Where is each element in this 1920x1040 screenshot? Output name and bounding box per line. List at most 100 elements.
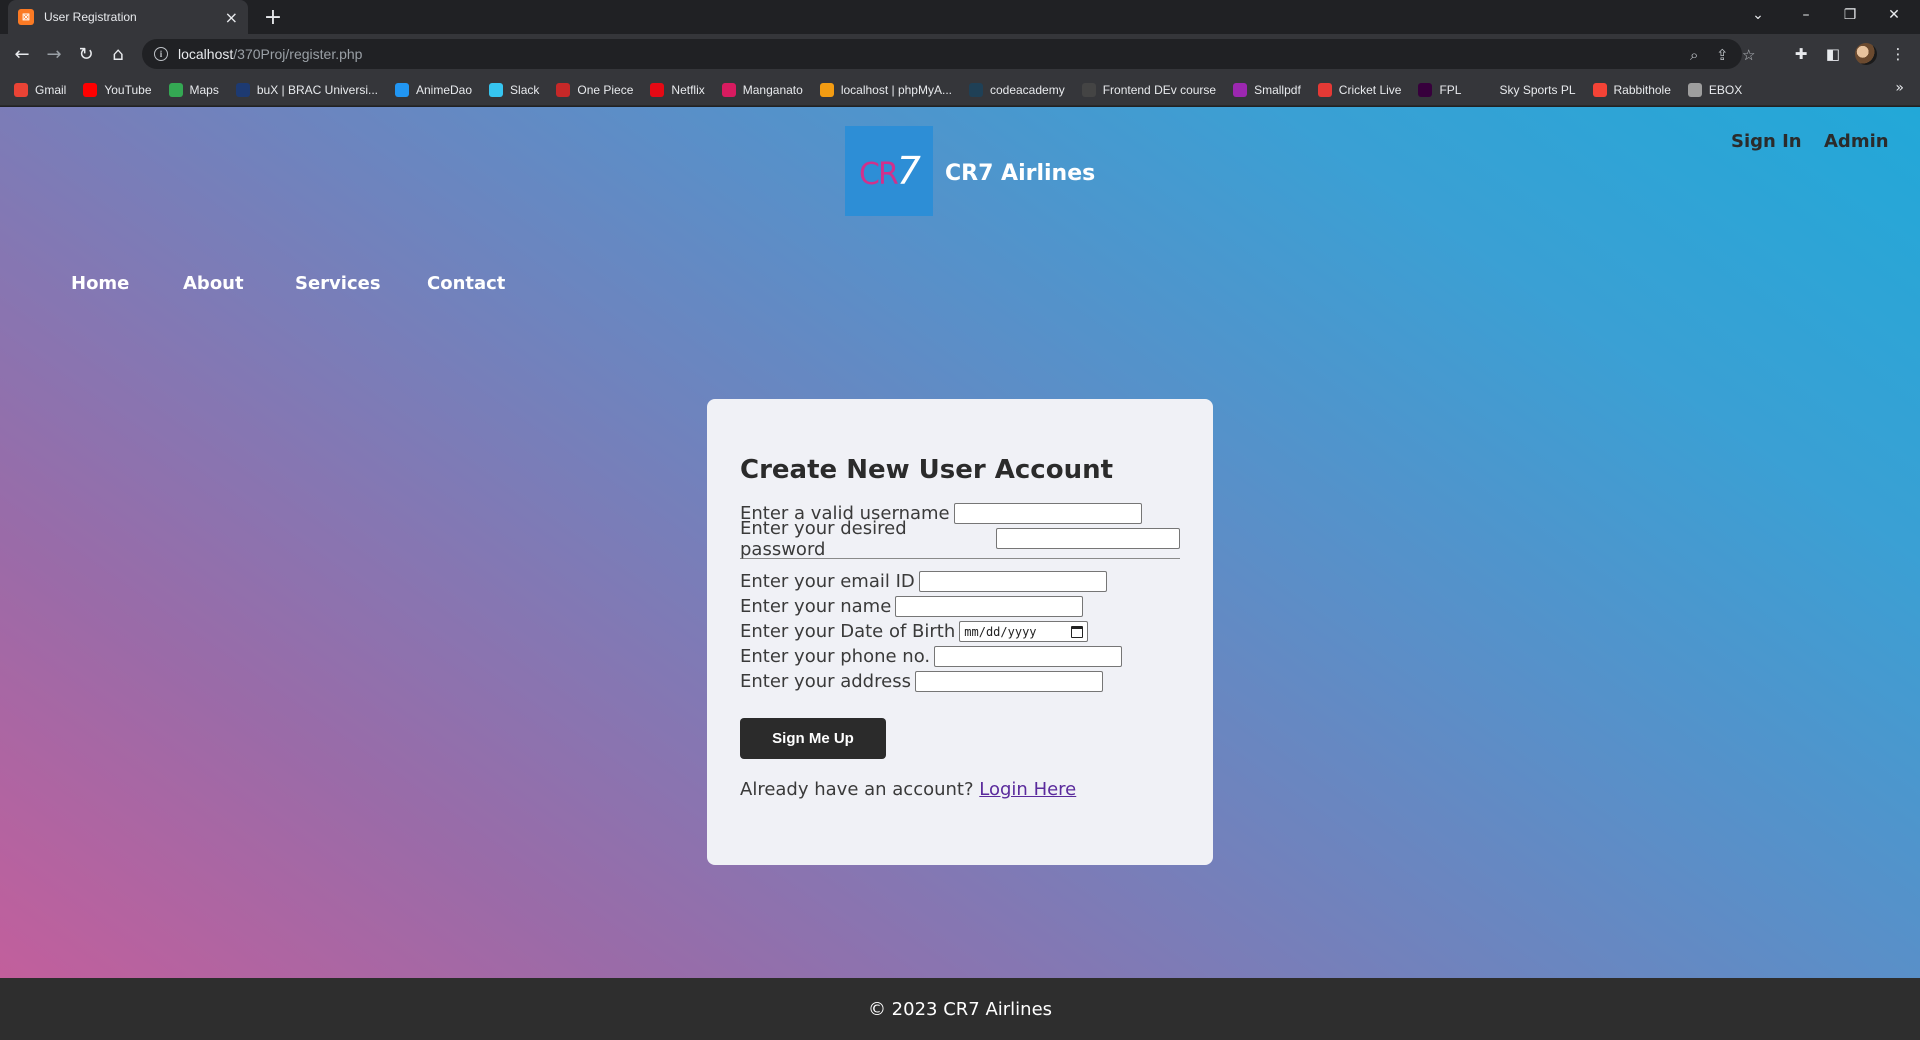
bookmark-label: Sky Sports PL — [1499, 82, 1576, 97]
url-host: localhost — [178, 46, 234, 62]
bookmark-item[interactable]: Cricket Live — [1317, 82, 1402, 97]
bookmark-label: buX | BRAC Universi... — [256, 82, 378, 97]
bookmark-item[interactable]: EBOX — [1687, 82, 1743, 97]
bookmark-item[interactable]: Slack — [489, 82, 540, 97]
bookmark-item[interactable]: codeacademy — [968, 82, 1065, 97]
bookmark-label: Manganato — [742, 82, 803, 97]
bookmark-item[interactable]: Netflix — [650, 82, 705, 97]
sign-me-up-button[interactable]: Sign Me Up — [740, 718, 886, 759]
email-input[interactable] — [918, 571, 1107, 592]
bookmark-favicon-icon — [1081, 82, 1096, 97]
bookmark-label: One Piece — [577, 82, 634, 97]
bookmarks-bar: Gmail YouTube Maps buX | BRAC Universi... An… — [0, 74, 1920, 106]
email-row: Enter your email ID — [740, 569, 1180, 594]
bookmark-label: Gmail — [35, 82, 67, 97]
bookmark-label: Frontend DEv course — [1102, 82, 1217, 97]
new-tab-button[interactable]: + — [260, 4, 286, 30]
email-label: Enter your email ID — [740, 571, 915, 592]
close-window-button[interactable]: ✕ — [1874, 0, 1914, 30]
dob-row: Enter your Date of Birth mm/dd/yyyy — [740, 619, 1180, 644]
bookmark-item[interactable]: One Piece — [556, 82, 634, 97]
address-bar[interactable]: i localhost/370Proj/register.php ⌕ ⇪ ☆ — [142, 39, 1755, 69]
forward-icon[interactable]: → — [40, 40, 68, 68]
bookmark-item[interactable]: AnimeDao — [395, 82, 472, 97]
bookmark-favicon-icon — [489, 82, 504, 97]
calendar-icon[interactable] — [1071, 625, 1084, 638]
phone-row: Enter your phone no. — [740, 644, 1180, 669]
menu-kebab-icon[interactable]: ⋮ — [1888, 44, 1908, 64]
bookmark-favicon-icon — [721, 82, 736, 97]
bookmark-favicon-icon — [14, 82, 28, 97]
browser-toolbar: ← → ↻ ⌂ i localhost/370Proj/register.php… — [0, 34, 1920, 74]
tab-title: User Registration — [44, 10, 137, 24]
password-label: Enter your desired password — [740, 517, 907, 560]
dob-date-input[interactable]: mm/dd/yyyy — [959, 621, 1089, 642]
bookmark-item[interactable]: Maps — [168, 82, 219, 97]
bookmark-favicon-icon — [395, 82, 409, 97]
bookmark-item[interactable]: Manganato — [721, 82, 803, 97]
nav-services[interactable]: Services — [295, 273, 381, 294]
bookmark-label: Slack — [510, 82, 540, 97]
nav-home[interactable]: Home — [71, 273, 129, 294]
bookmark-item[interactable]: Smallpdf — [1233, 82, 1301, 97]
bookmark-item[interactable]: buX | BRAC Universi... — [235, 82, 378, 97]
form-title: Create New User Account — [740, 455, 1114, 485]
zoom-icon[interactable]: ⌕ — [1690, 46, 1698, 64]
bookmark-favicon-icon — [1418, 82, 1433, 97]
bookmark-label: Rabbithole — [1613, 82, 1671, 97]
address-input[interactable] — [914, 671, 1103, 692]
dob-placeholder: mm/dd/yyyy — [964, 624, 1037, 639]
bookmark-item[interactable]: Sky Sports PL — [1478, 82, 1576, 97]
sign-in-link[interactable]: Sign In — [1731, 131, 1802, 152]
share-icon[interactable]: ⇪ — [1716, 46, 1729, 64]
bookmark-favicon-icon — [168, 82, 183, 97]
dob-label: Enter your Date of Birth — [740, 621, 956, 642]
password-input[interactable] — [996, 528, 1180, 549]
login-here-link[interactable]: Login Here — [979, 779, 1076, 800]
home-icon[interactable]: ⌂ — [104, 40, 132, 68]
profile-avatar[interactable] — [1855, 43, 1877, 65]
bookmark-item[interactable]: Frontend DEv course — [1081, 82, 1217, 97]
bookmarks-overflow-icon[interactable]: » — [1895, 80, 1904, 96]
bookmark-item[interactable]: localhost | phpMyA... — [819, 82, 952, 97]
tab-search-icon[interactable]: ⌄ — [1738, 0, 1778, 30]
minimize-button[interactable]: – — [1786, 0, 1826, 30]
bookmark-favicon-icon — [235, 82, 250, 97]
logo-text: CR7 — [859, 149, 921, 193]
nav-about[interactable]: About — [183, 273, 244, 294]
restore-button[interactable]: ❐ — [1830, 0, 1870, 30]
page-body: CR7 CR7 Airlines Sign In Admin Home Abou… — [0, 107, 1920, 978]
site-info-icon[interactable]: i — [154, 47, 168, 61]
nav-contact[interactable]: Contact — [427, 273, 505, 294]
reload-icon[interactable]: ↻ — [72, 40, 100, 68]
bookmark-favicon-icon — [1233, 82, 1248, 97]
name-row: Enter your name — [740, 594, 1180, 619]
bookmark-label: localhost | phpMyA... — [840, 82, 952, 97]
bookmark-item[interactable]: FPL — [1418, 82, 1462, 97]
back-icon[interactable]: ← — [8, 40, 36, 68]
bookmark-label: EBOX — [1708, 82, 1743, 97]
bookmark-label: Maps — [189, 82, 219, 97]
admin-link[interactable]: Admin — [1824, 131, 1889, 152]
bookmark-favicon-icon — [1687, 82, 1702, 97]
side-panel-icon[interactable]: ◧ — [1823, 44, 1843, 64]
bookmark-item[interactable]: Gmail — [14, 82, 67, 97]
bookmark-label: Cricket Live — [1338, 82, 1402, 97]
bookmark-item[interactable]: Rabbithole — [1592, 82, 1671, 97]
password-row: Enter your desired password — [740, 518, 1180, 560]
bookmark-favicon-icon — [819, 82, 834, 97]
tab-close-icon[interactable]: × — [225, 8, 238, 27]
extensions-icon[interactable]: ✚ — [1791, 44, 1811, 64]
tab-strip: ⊠ User Registration × + ⌄ – ❐ ✕ — [0, 0, 1920, 34]
bookmark-item[interactable]: YouTube — [83, 82, 152, 97]
name-input[interactable] — [895, 596, 1084, 617]
cr7-logo[interactable]: CR7 — [845, 126, 933, 216]
bookmark-favicon-icon — [1592, 82, 1607, 97]
bookmark-star-icon[interactable]: ☆ — [1742, 46, 1755, 64]
bookmark-favicon-icon — [968, 82, 983, 97]
address-label: Enter your address — [740, 671, 911, 692]
bookmark-label: FPL — [1439, 82, 1462, 97]
tab-user-registration[interactable]: ⊠ User Registration × — [8, 0, 248, 34]
phone-input[interactable] — [934, 646, 1123, 667]
bookmark-label: Netflix — [671, 82, 705, 97]
